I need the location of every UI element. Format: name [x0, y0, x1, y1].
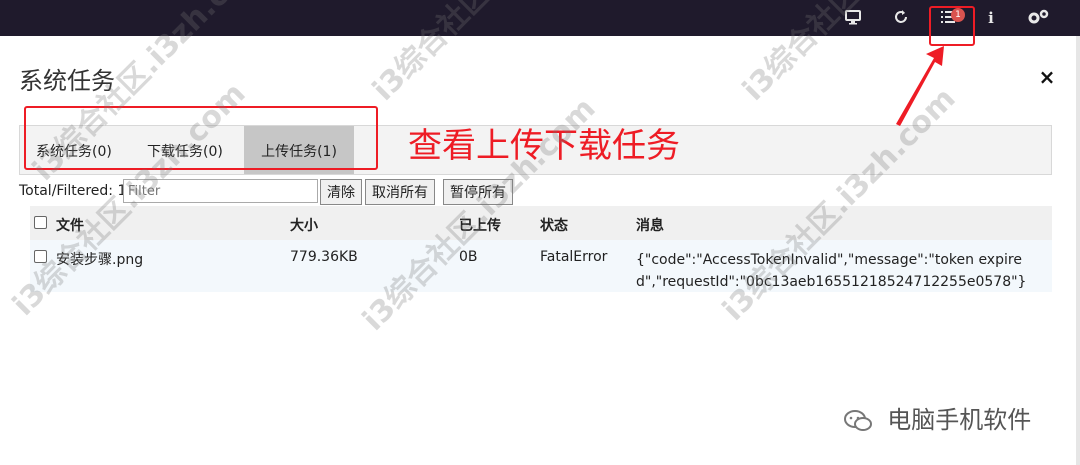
header-uploaded: 已上传: [459, 218, 501, 234]
row-status: FatalError: [540, 249, 608, 265]
clear-button[interactable]: 清除: [320, 179, 362, 205]
task-table: 文件 大小 已上传 状态 消息 安装步骤.png 779.36KB 0B Fat…: [30, 206, 1052, 292]
scroll-edge: [1076, 36, 1080, 465]
footer-brand-text: 电脑手机软件: [887, 406, 1032, 434]
filter-count-label: Total/Filtered: 1: [19, 183, 127, 199]
close-button[interactable]: ×: [1038, 66, 1056, 88]
top-navbar: 1 i: [0, 0, 1080, 36]
modal-title: 系统任务: [19, 67, 115, 95]
task-icon-highlight-box: [929, 6, 975, 46]
annotation-text: 查看上传下载任务: [408, 126, 680, 166]
table-row[interactable]: 安装步骤.png 779.36KB 0B FatalError {"code":…: [30, 240, 1052, 292]
row-uploaded: 0B: [459, 249, 478, 265]
settings-icon[interactable]: [1025, 8, 1051, 28]
monitor-icon[interactable]: [843, 8, 863, 28]
select-all-checkbox[interactable]: [34, 216, 47, 229]
cancel-all-button[interactable]: 取消所有: [365, 179, 435, 205]
header-file: 文件: [56, 218, 84, 234]
header-status: 状态: [540, 218, 568, 234]
row-size: 779.36KB: [290, 249, 358, 265]
refresh-icon[interactable]: [891, 8, 911, 28]
row-file: 安装步骤.png: [56, 252, 144, 268]
info-icon[interactable]: i: [981, 8, 1001, 28]
header-message: 消息: [636, 218, 664, 234]
pause-all-button[interactable]: 暂停所有: [443, 179, 513, 205]
tabs-highlight-box: [24, 106, 378, 170]
wechat-icon: [843, 405, 881, 435]
row-message: {"code":"AccessTokenInvalid","message":"…: [636, 252, 1027, 290]
footer-brand: 电脑手机软件: [843, 400, 1031, 435]
row-checkbox[interactable]: [34, 250, 47, 263]
table-header: 文件 大小 已上传 状态 消息: [30, 206, 1052, 240]
filter-input[interactable]: [123, 179, 318, 203]
header-size: 大小: [290, 218, 318, 234]
